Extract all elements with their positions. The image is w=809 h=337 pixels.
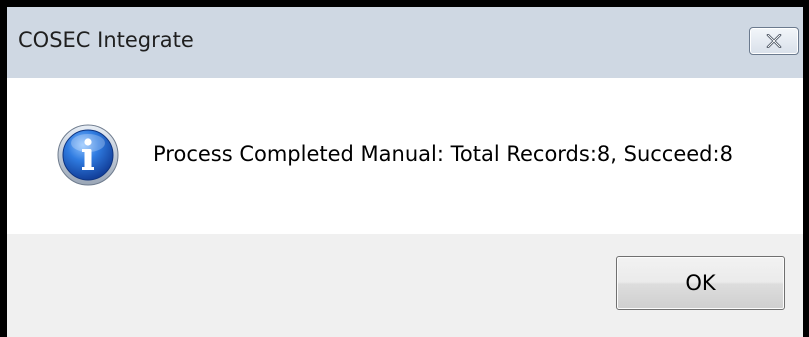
message-text: Process Completed Manual: Total Records:… <box>153 142 733 166</box>
button-bar: OK <box>7 234 803 337</box>
close-button[interactable] <box>749 27 799 55</box>
close-icon <box>766 34 782 48</box>
window-title: COSEC Integrate <box>18 28 194 52</box>
message-area: Process Completed Manual: Total Records:… <box>7 78 803 234</box>
info-icon <box>57 124 119 186</box>
title-bar[interactable]: COSEC Integrate <box>7 7 803 78</box>
ok-button[interactable]: OK <box>616 256 785 310</box>
message-dialog: COSEC Integrate Process Completed Manual… <box>0 0 809 337</box>
